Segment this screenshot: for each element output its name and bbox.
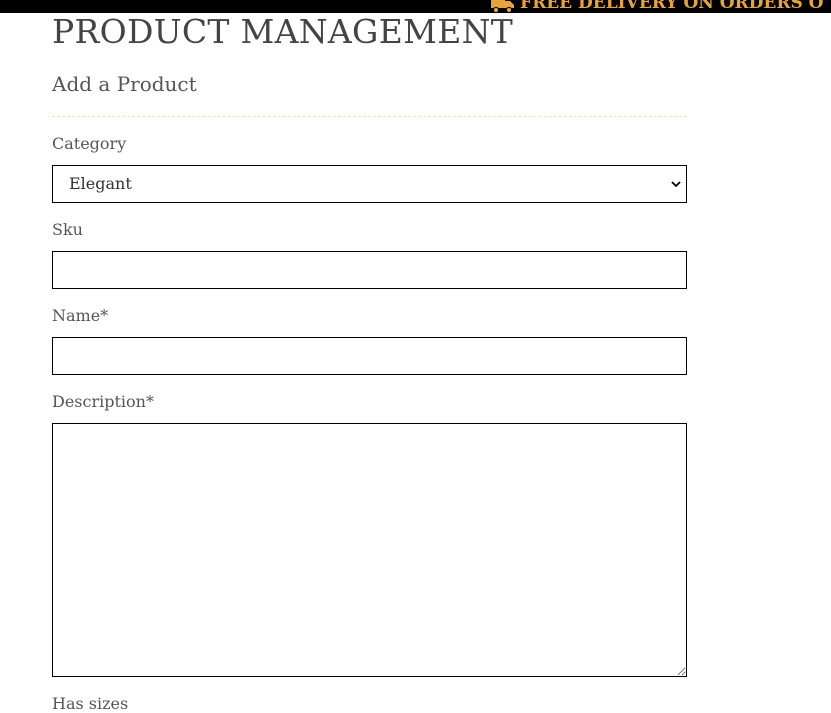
- category-label: Category: [52, 134, 127, 153]
- name-label: Name*: [52, 306, 109, 325]
- banner-text: FREE DELIVERY ON ORDERS O: [520, 0, 824, 13]
- page-title: PRODUCT MANAGEMENT: [52, 12, 514, 51]
- name-input[interactable]: [52, 337, 687, 375]
- sku-label: Sku: [52, 220, 83, 239]
- divider: [52, 116, 687, 117]
- sku-input[interactable]: [52, 251, 687, 289]
- chevron-down-icon: [671, 181, 681, 188]
- category-select[interactable]: Elegant: [52, 165, 687, 203]
- has-sizes-label: Has sizes: [52, 694, 129, 713]
- description-textarea[interactable]: [52, 423, 687, 677]
- category-selected-value: Elegant: [69, 174, 132, 193]
- banner-message: FREE DELIVERY ON ORDERS O: [490, 0, 823, 13]
- truck-icon: [491, 0, 514, 13]
- description-label: Description*: [52, 392, 154, 411]
- section-title: Add a Product: [52, 72, 197, 96]
